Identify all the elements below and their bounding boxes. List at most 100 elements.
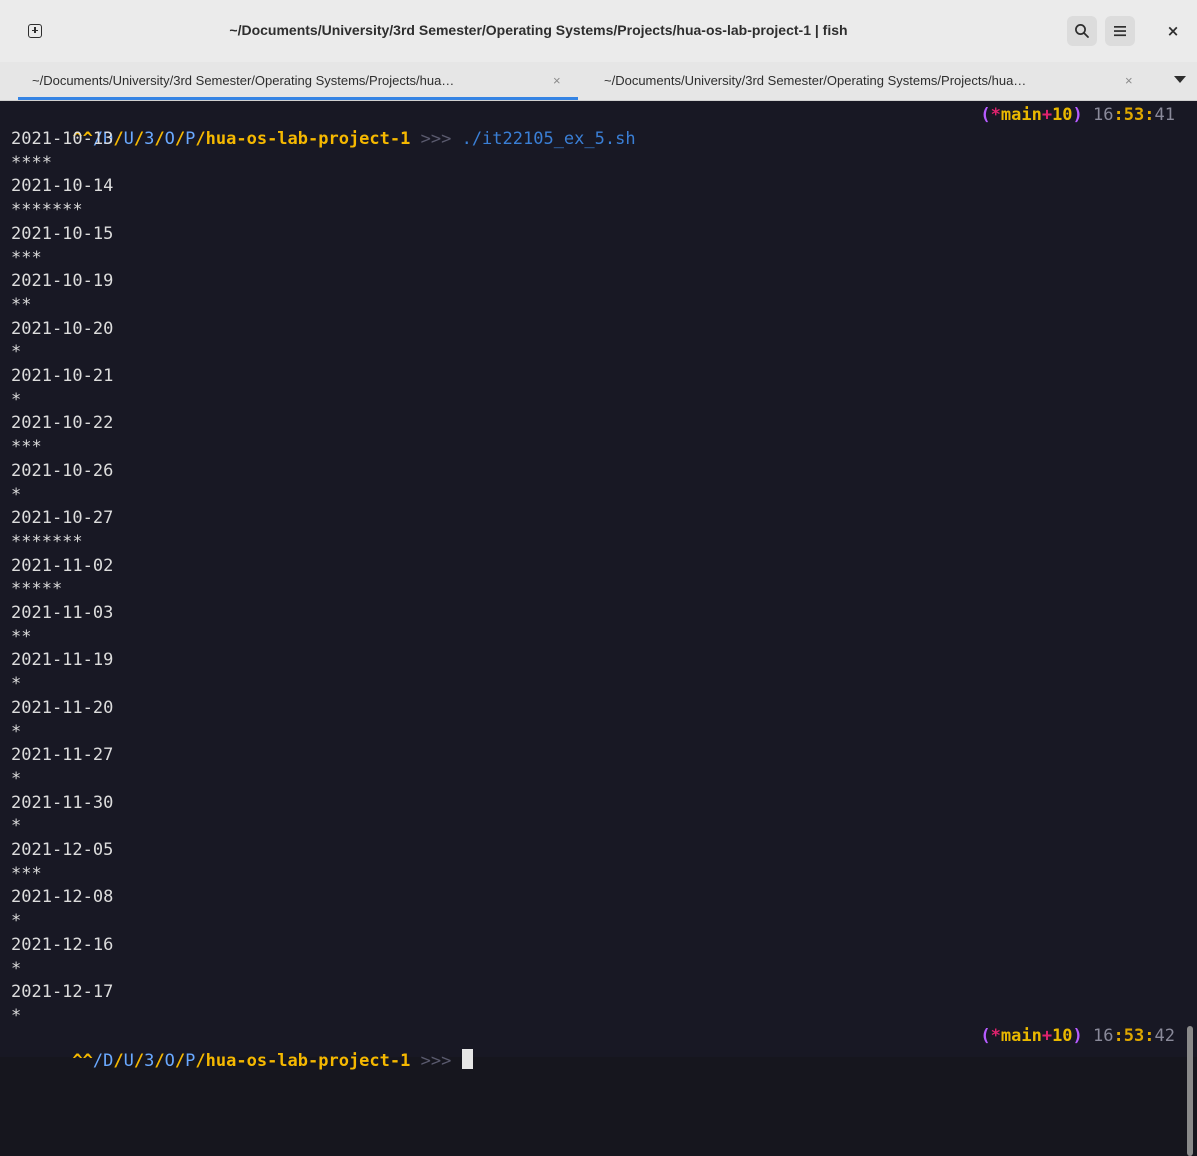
- output-line: 2021-11-19: [11, 650, 114, 671]
- menu-button[interactable]: [1105, 16, 1135, 46]
- path-part: U: [123, 1050, 134, 1071]
- tab-list-dropdown-icon[interactable]: [1174, 76, 1186, 83]
- output-line: 2021-10-13: [11, 129, 114, 149]
- path-sep: /: [133, 1050, 145, 1071]
- output-line: 2021-10-22: [11, 413, 114, 434]
- tab-label: ~/Documents/University/3rd Semester/Oper…: [32, 73, 455, 88]
- prompt-carets: ^^: [72, 1050, 93, 1071]
- output-line: *: [11, 816, 22, 837]
- output-line: **: [11, 294, 32, 315]
- branch-name: main: [1000, 105, 1042, 125]
- path-part: O: [164, 128, 175, 149]
- output-line: 2021-10-15: [11, 223, 114, 244]
- output-line: **: [11, 626, 32, 647]
- output-line: 2021-10-19: [11, 271, 114, 292]
- active-tab-indicator: [18, 97, 578, 100]
- prompt-dir: hua-os-lab-project-1: [205, 128, 411, 149]
- close-icon: ×: [1166, 22, 1180, 40]
- output-line: 2021-12-05: [11, 840, 114, 860]
- path-sep: /: [92, 1050, 104, 1071]
- tab-terminal-2[interactable]: ~/Documents/University/3rd Semester/Oper…: [590, 62, 1150, 100]
- scrollbar-thumb[interactable]: [1187, 1026, 1193, 1156]
- tab-bar: ~/Documents/University/3rd Semester/Oper…: [0, 62, 1197, 101]
- output-line: *: [11, 721, 22, 742]
- tab-close-icon[interactable]: ×: [1125, 73, 1133, 88]
- output-line: ****: [11, 152, 52, 173]
- output-line: 2021-10-21: [11, 366, 114, 386]
- clock-hours: 16: [1093, 105, 1114, 125]
- window-title: ~/Documents/University/3rd Semester/Oper…: [229, 22, 848, 38]
- tab-close-icon[interactable]: ×: [553, 73, 561, 88]
- output-line: 2021-11-20: [11, 697, 114, 718]
- prompt-line-current: ^^/D/U/3/O/P/hua-os-lab-project-1 >>> (*…: [11, 1025, 1175, 1121]
- clock-sep: :: [1113, 105, 1124, 125]
- output-line: 2021-10-26: [11, 460, 114, 481]
- change-count: 10: [1052, 105, 1073, 125]
- output-line: *****: [11, 579, 63, 600]
- path-sep: /: [113, 128, 124, 149]
- bracket: (: [980, 105, 991, 125]
- output-line: 2021-11-02: [11, 555, 114, 576]
- output-line: *: [11, 958, 22, 979]
- tab-terminal-1[interactable]: ~/Documents/University/3rd Semester/Oper…: [18, 62, 578, 100]
- clock-hours: 16: [1093, 1026, 1114, 1046]
- terminal-view[interactable]: ^^/D/U/3/O/P/hua-os-lab-project-1 >>> ./…: [0, 101, 1197, 1156]
- path-sep: /: [133, 128, 145, 149]
- output-line: 2021-12-08: [11, 887, 114, 908]
- output-line: *: [11, 674, 22, 695]
- prompt-line: ^^/D/U/3/O/P/hua-os-lab-project-1 >>> ./…: [11, 104, 1175, 199]
- output-line: *: [11, 389, 22, 410]
- path-sep: /: [195, 128, 206, 149]
- plus-marker: +: [1041, 1026, 1053, 1046]
- search-button[interactable]: [1067, 16, 1097, 46]
- clock-sep: :: [1113, 1026, 1124, 1046]
- command-text: ./it22105_ex_5.sh: [461, 128, 636, 149]
- path-sep: /: [154, 1050, 165, 1071]
- path-part: O: [164, 1050, 175, 1071]
- path-sep: /: [195, 1050, 206, 1071]
- git-status: (*main+10) 16:53:41: [980, 104, 1175, 128]
- prompt-arrows: >>>: [420, 1050, 452, 1071]
- plus-marker: +: [1041, 105, 1053, 125]
- output-line: *: [11, 342, 22, 363]
- search-icon: [1075, 24, 1089, 38]
- path-part: 3: [144, 128, 155, 149]
- output-line: ***: [11, 247, 42, 268]
- output-line: 2021-11-27: [11, 745, 114, 766]
- path-sep: /: [174, 1050, 186, 1071]
- output-line: 2021-12-17: [11, 982, 114, 1003]
- output-line: *******: [11, 200, 83, 221]
- clock-seconds: 42: [1154, 1026, 1175, 1046]
- path-part: 3: [144, 1050, 155, 1071]
- output-line: ***: [11, 437, 42, 458]
- bracket: ): [1072, 105, 1083, 125]
- path-part: U: [123, 128, 134, 149]
- output-line: 2021-10-14: [11, 176, 114, 197]
- path-sep: /: [154, 128, 165, 149]
- clock-minutes: 53: [1123, 105, 1145, 125]
- header-bar: ~/Documents/University/3rd Semester/Oper…: [0, 0, 1197, 63]
- branch-name: main: [1000, 1026, 1042, 1046]
- text-cursor: [461, 1048, 473, 1069]
- prompt-arrows: >>>: [420, 128, 452, 149]
- output-line: *: [11, 484, 22, 505]
- path-part: D: [103, 1050, 114, 1071]
- clock-sep: :: [1144, 105, 1155, 125]
- clock-minutes: 53: [1123, 1026, 1145, 1046]
- bracket: (: [980, 1026, 991, 1046]
- hamburger-menu-icon: [1114, 26, 1126, 37]
- clock-seconds: 41: [1154, 105, 1175, 125]
- path-sep: /: [113, 1050, 124, 1071]
- new-tab-icon: [28, 24, 42, 38]
- change-count: 10: [1052, 1026, 1073, 1046]
- prompt-dir: hua-os-lab-project-1: [205, 1050, 411, 1071]
- bracket: ): [1072, 1026, 1083, 1046]
- output-line: 2021-11-03: [11, 603, 114, 623]
- path-sep: /: [174, 128, 186, 149]
- clock-sep: :: [1144, 1026, 1155, 1046]
- close-window-button[interactable]: ×: [1160, 16, 1186, 46]
- output-line: ***: [11, 863, 42, 884]
- path-part: P: [185, 128, 196, 149]
- output-line: 2021-11-30: [11, 792, 114, 813]
- new-tab-button[interactable]: [21, 17, 49, 45]
